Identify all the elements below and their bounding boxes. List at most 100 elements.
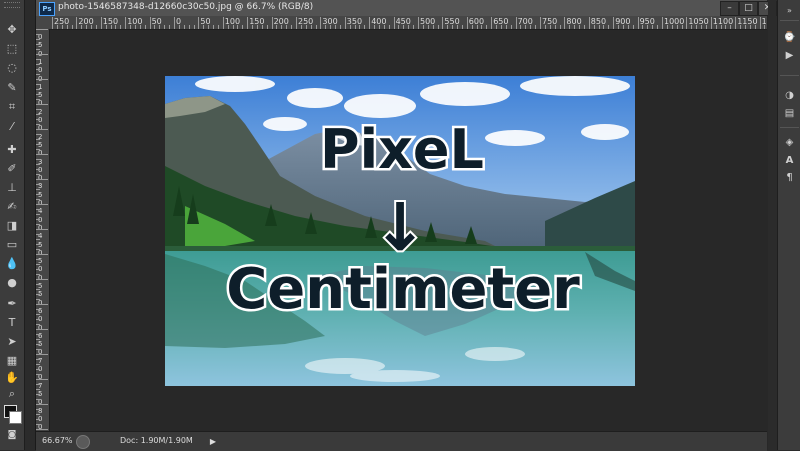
type-icon[interactable]: T [3, 315, 21, 329]
ruler-minor-tick [232, 25, 234, 29]
ruler-tick [36, 29, 48, 30]
ruler-minor-tick [622, 25, 624, 29]
adjustments-icon[interactable]: ◑ [781, 88, 798, 102]
ruler-minor-tick [461, 25, 463, 29]
minimize-button[interactable]: – [720, 1, 739, 16]
ruler-minor-tick [593, 25, 595, 29]
status-info-icon[interactable] [76, 435, 90, 449]
character-icon[interactable]: A [781, 153, 798, 167]
ruler-tick [174, 17, 175, 29]
eraser-icon[interactable]: ◨ [3, 218, 21, 232]
healing-brush-icon[interactable]: ✚ [3, 142, 21, 156]
zoom-level-field[interactable]: 66.67% [42, 436, 73, 445]
shape-icon[interactable]: ▦ [3, 353, 21, 367]
ruler-minor-tick [701, 25, 703, 29]
ruler-tick [36, 259, 40, 260]
ruler-tick [36, 409, 40, 410]
ruler-tick [36, 389, 40, 390]
ruler-minor-tick [388, 25, 390, 29]
ruler-minor-tick [91, 25, 93, 29]
ruler-minor-tick [496, 25, 498, 29]
ruler-tick [36, 94, 40, 95]
gradient-icon[interactable]: ▭ [3, 237, 21, 251]
ruler-minor-tick [598, 25, 600, 29]
ruler-minor-tick [374, 25, 376, 29]
paragraph-icon[interactable]: ¶ [781, 170, 798, 184]
ruler-minor-tick [315, 25, 317, 29]
styles-icon[interactable]: ▤ [781, 106, 798, 120]
move-icon[interactable]: ✥ [3, 22, 21, 36]
brush-icon[interactable]: ✐ [3, 161, 21, 175]
ruler-minor-tick [110, 25, 112, 29]
ruler-tick [442, 17, 444, 29]
ruler-tick [36, 214, 40, 215]
ruler-minor-tick [398, 25, 400, 29]
ruler-minor-tick [242, 25, 244, 29]
status-bar: 66.67% Doc: 1.90M/1.90M ▶ [36, 431, 767, 451]
ruler-tick [36, 254, 48, 255]
eyedropper-icon[interactable]: ⁄ [3, 119, 21, 133]
ruler-tick [613, 17, 615, 29]
ruler-minor-tick [203, 25, 205, 29]
ruler-minor-tick [144, 25, 146, 29]
ruler-minor-tick [95, 25, 97, 29]
history-brush-icon[interactable]: ✍ [3, 199, 21, 213]
panel-grip[interactable] [4, 2, 20, 8]
blur-icon[interactable]: 💧 [3, 256, 21, 270]
ruler-tick [36, 344, 40, 345]
ruler-minor-tick [188, 25, 190, 29]
ruler-minor-tick [764, 25, 766, 29]
lasso-icon[interactable]: ◌ [3, 60, 21, 74]
pen-icon[interactable]: ✒ [3, 296, 21, 310]
history-icon[interactable]: ⌚ [781, 30, 798, 44]
quick-select-icon[interactable]: ✎ [3, 80, 21, 94]
ruler-tick [36, 174, 40, 175]
zoom-icon[interactable]: ⌕ [3, 386, 21, 400]
ruler-tick [36, 124, 40, 125]
ruler-minor-tick [266, 25, 268, 29]
marquee-icon[interactable]: ⬚ [3, 41, 21, 55]
ruler-minor-tick [525, 25, 527, 29]
background-color-swatch[interactable] [9, 411, 22, 424]
status-menu-arrow-icon[interactable]: ▶ [208, 435, 218, 447]
ruler-tick [735, 17, 737, 29]
ruler-minor-tick [554, 25, 556, 29]
ruler-minor-tick [671, 25, 673, 29]
ruler-tick [36, 69, 40, 70]
ruler-minor-tick [217, 25, 219, 29]
maximize-button[interactable]: □ [739, 1, 758, 16]
clone-stamp-icon[interactable]: ⊥ [3, 180, 21, 194]
ruler-tick [36, 184, 40, 185]
actions-icon[interactable]: ▶ [781, 48, 798, 62]
ruler-tick [36, 354, 48, 355]
quick-mask-icon[interactable]: ◙ [3, 428, 21, 442]
ruler-origin[interactable] [36, 16, 51, 30]
ruler-minor-tick [159, 25, 161, 29]
layers-icon[interactable]: ◈ [781, 135, 798, 149]
ruler-label: 0 [38, 66, 43, 75]
ruler-minor-tick [452, 25, 454, 29]
ruler-minor-tick [720, 25, 722, 29]
document-tab[interactable]: Ps photo-1546587348-d12660c30c50.jpg @ 6… [36, 0, 777, 17]
ruler-tick [296, 17, 297, 29]
ruler-tick [36, 289, 40, 290]
dock-collapse-icon[interactable]: » [781, 3, 798, 17]
ruler-tick [36, 314, 40, 315]
vertical-ruler[interactable]: 0501001502002503003504004505005506006507… [36, 29, 50, 431]
ruler-minor-tick [618, 25, 620, 29]
dodge-icon[interactable]: ● [3, 275, 21, 289]
vertical-scrollbar[interactable] [768, 0, 776, 450]
ruler-minor-tick [120, 25, 122, 29]
path-select-icon[interactable]: ➤ [3, 334, 21, 348]
canvas-image[interactable]: PixeL ↓ Centimeter [165, 76, 635, 386]
ruler-tick [36, 399, 40, 400]
hand-icon[interactable]: ✋ [3, 370, 21, 384]
horizontal-ruler[interactable]: 250 200 150 100 50 0 50 100 150 200 250 300 350 400 45… [50, 16, 767, 30]
crop-icon[interactable]: ⌗ [3, 99, 21, 113]
ruler-tick [36, 219, 40, 220]
ruler-minor-tick [505, 25, 507, 29]
tools-panel: ✥ ⬚ ◌ ✎ ⌗ ⁄ ✚ ✐ ⊥ ✍ ◨ ▭ 💧 ● ✒ T ➤ ▦ ✋ ⌕ … [0, 0, 25, 450]
ruler-tick [36, 264, 40, 265]
ruler-tick [36, 64, 40, 65]
ruler-minor-tick [447, 25, 449, 29]
